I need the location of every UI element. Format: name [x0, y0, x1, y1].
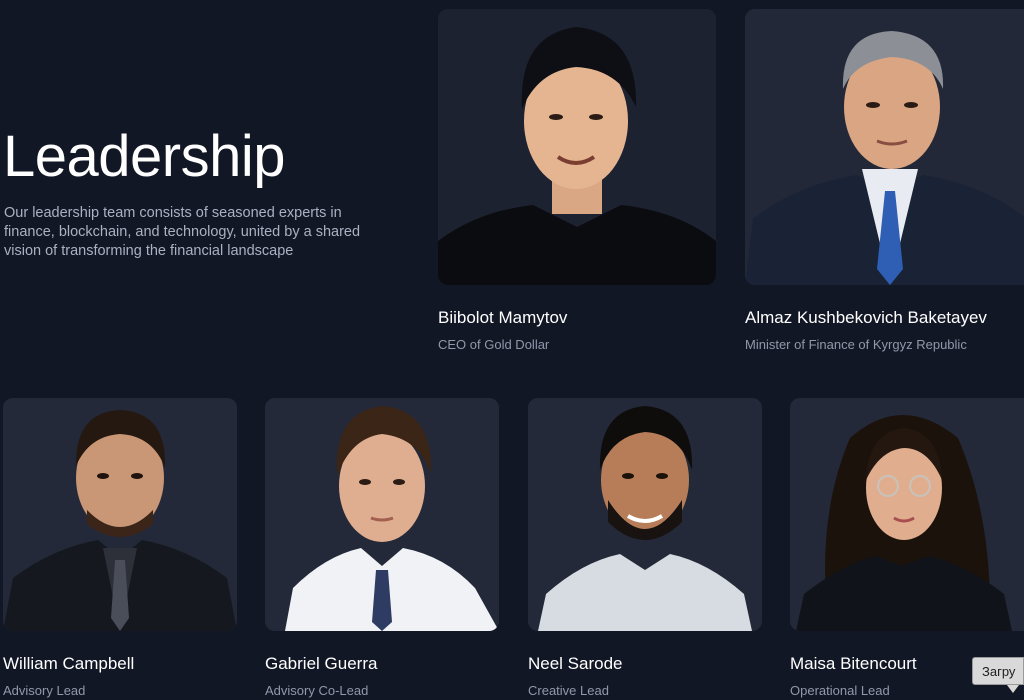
section-title: Leadership [3, 124, 286, 189]
leader-name: Neel Sarode [528, 654, 623, 673]
leader-name: William Campbell [3, 654, 135, 673]
leader-photo-maisa-bitencourt[interactable] [790, 398, 1024, 631]
portrait-image [745, 9, 1024, 285]
leader-role: CEO of Gold Dollar [438, 337, 550, 352]
leader-role: Advisory Lead [3, 683, 86, 698]
leader-photo-biibolot-mamytov[interactable] [438, 9, 716, 285]
leader-role: Minister of Finance of Kyrgyz Republic [745, 337, 967, 352]
leader-photo-almaz-baketayev[interactable] [745, 9, 1024, 285]
portrait-image [438, 9, 716, 285]
leader-name: Maisa Bitencourt [790, 654, 917, 673]
leader-name: Almaz Kushbekovich Baketayev [745, 308, 987, 327]
portrait-image [265, 398, 499, 631]
leader-photo-william-campbell[interactable] [3, 398, 237, 631]
loading-tooltip: Загру [972, 657, 1024, 685]
portrait-image [3, 398, 237, 631]
tooltip-tail [1007, 685, 1019, 693]
portrait-image [528, 398, 762, 631]
leader-photo-neel-sarode[interactable] [528, 398, 762, 631]
leader-role: Creative Lead [528, 683, 609, 698]
leadership-section: Leadership Our leadership team consists … [0, 0, 1024, 700]
portrait-image [790, 398, 1024, 631]
section-description: Our leadership team consists of seasoned… [4, 205, 361, 259]
leader-role: Operational Lead [790, 683, 890, 698]
leader-role: Advisory Co-Lead [265, 683, 369, 698]
leader-photo-gabriel-guerra[interactable] [265, 398, 499, 631]
leader-name: Biibolot Mamytov [438, 308, 568, 327]
leader-name: Gabriel Guerra [265, 654, 378, 673]
